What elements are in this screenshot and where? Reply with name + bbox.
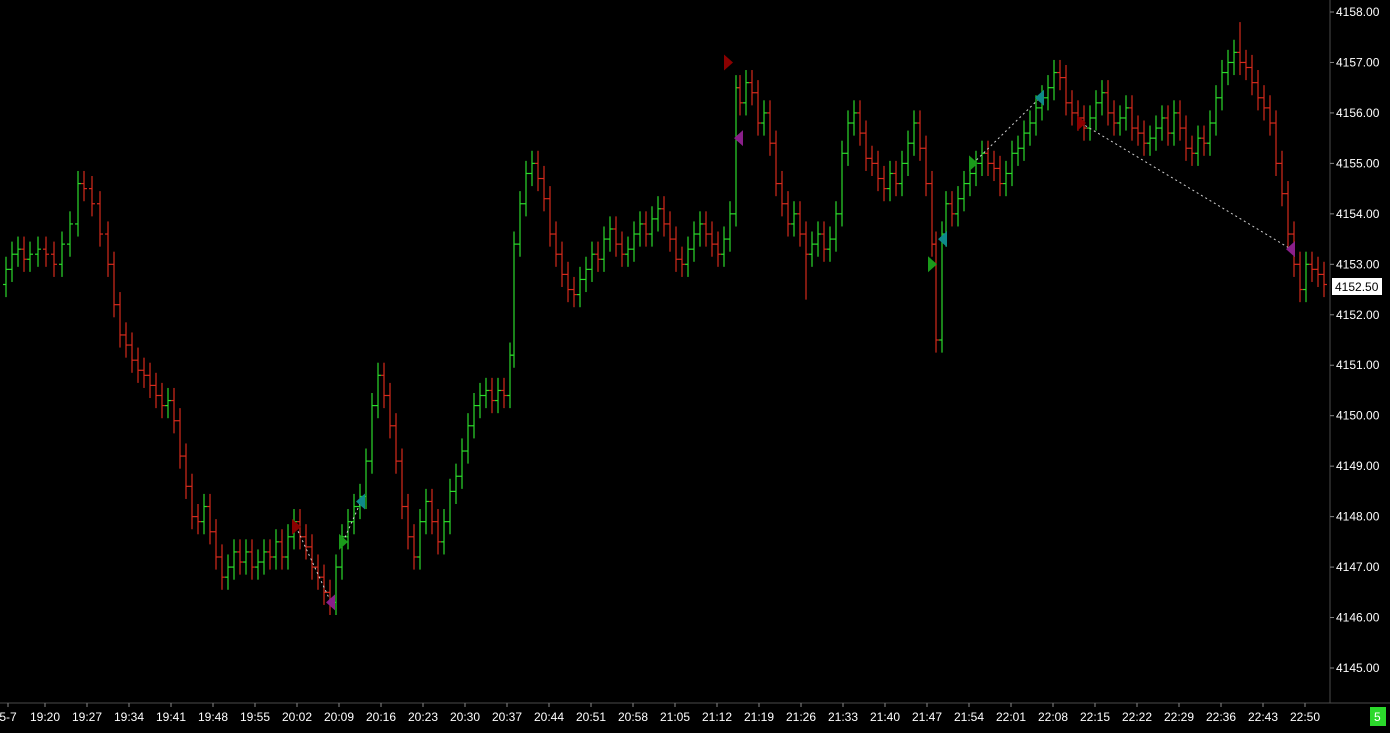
price-chart[interactable]: 4145.00 4146.00 4147.00 4148.00 4149.00 4150.… [0, 0, 1390, 733]
time-tick-label: 22:08 [1038, 710, 1068, 724]
price-tick-label: 4147.00 [1336, 560, 1380, 574]
time-tick-label: 20:09 [324, 710, 354, 724]
time-tick-label: 22:01 [996, 710, 1026, 724]
time-tick-label: 21:54 [954, 710, 984, 724]
current-price-tag: 4152.50 [1332, 278, 1382, 295]
price-tick-label: 4146.00 [1336, 611, 1380, 625]
price-tick-label: 4157.00 [1336, 55, 1380, 69]
time-tick-label: 21:19 [744, 710, 774, 724]
time-tick-label: 19:41 [156, 710, 186, 724]
price-tick-label: 4145.00 [1336, 661, 1380, 675]
time-tick-label: 21:26 [786, 710, 816, 724]
time-tick-label: 22:22 [1122, 710, 1152, 724]
price-tick-label: 4155.00 [1336, 156, 1380, 170]
time-tick-label: 21:47 [912, 710, 942, 724]
price-tick-label: 4149.00 [1336, 459, 1380, 473]
time-tick-label: 22:15 [1080, 710, 1110, 724]
price-tick-label: 4158.00 [1336, 5, 1380, 19]
price-tick-label: 4153.00 [1336, 257, 1380, 271]
chart-background [0, 0, 1390, 733]
time-tick-label: 20:30 [450, 710, 480, 724]
time-tick-label: 19:55 [240, 710, 270, 724]
time-tick-label: 19:48 [198, 710, 228, 724]
time-tick-label: 22:29 [1164, 710, 1194, 724]
price-tick-label: 4148.00 [1336, 510, 1380, 524]
time-tick-label: 19:27 [72, 710, 102, 724]
current-price-label: 4152.50 [1335, 280, 1379, 294]
time-tick-label: 21:40 [870, 710, 900, 724]
price-tick-label: 4150.00 [1336, 409, 1380, 423]
time-tick-label: 20:51 [576, 710, 606, 724]
time-tick-label: 22:36 [1206, 710, 1236, 724]
time-tick-label: 21:12 [702, 710, 732, 724]
time-tick-label: 19:34 [114, 710, 144, 724]
price-tick-label: 4152.00 [1336, 308, 1380, 322]
time-tick-label: 20:37 [492, 710, 522, 724]
time-tick-label: 19:20 [30, 710, 60, 724]
time-tick-label: 20:16 [366, 710, 396, 724]
time-tick-label: 20:58 [618, 710, 648, 724]
time-tick-label: 20:02 [282, 710, 312, 724]
time-tick-label: 21:33 [828, 710, 858, 724]
price-tick-label: 4156.00 [1336, 106, 1380, 120]
time-tick-label: 20:23 [408, 710, 438, 724]
corner-badge-label: 5 [1374, 710, 1381, 724]
price-tick-label: 4151.00 [1336, 358, 1380, 372]
time-tick-label: 22:50 [1290, 710, 1320, 724]
time-tick-label: 20:44 [534, 710, 564, 724]
time-tick-label: 21:05 [660, 710, 690, 724]
time-tick-label: 22:43 [1248, 710, 1278, 724]
chart-canvas[interactable]: 4145.00 4146.00 4147.00 4148.00 4149.00 4150.… [0, 0, 1390, 733]
time-tick-label: 5-7 [0, 710, 17, 724]
corner-badge[interactable]: 5 [1370, 707, 1386, 726]
price-tick-label: 4154.00 [1336, 207, 1380, 221]
